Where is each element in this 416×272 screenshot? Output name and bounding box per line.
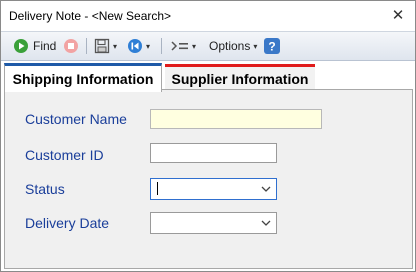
filter-button[interactable]: ▾ bbox=[171, 36, 196, 56]
chevron-down-icon: ▾ bbox=[253, 41, 258, 51]
find-label: Find bbox=[33, 39, 57, 53]
close-button[interactable]: ✕ bbox=[387, 5, 409, 27]
toolbar-separator bbox=[161, 38, 162, 54]
svg-text:?: ? bbox=[268, 40, 275, 54]
options-label: Options bbox=[209, 39, 251, 53]
chevron-down-icon bbox=[261, 186, 271, 192]
toolbar-separator bbox=[86, 38, 87, 54]
tab-supplier-information[interactable]: Supplier Information bbox=[165, 64, 315, 91]
status-label: Status bbox=[25, 181, 65, 197]
stop-icon bbox=[63, 38, 79, 54]
save-button[interactable]: ▾ bbox=[94, 36, 117, 56]
text-cursor bbox=[157, 182, 158, 195]
filter-icon bbox=[171, 38, 189, 54]
customer-name-label: Customer Name bbox=[25, 111, 127, 127]
delivery-note-window: Delivery Note - <New Search> ✕ Find ▾ ▾ bbox=[0, 0, 416, 272]
window-title: Delivery Note - <New Search> bbox=[9, 9, 172, 23]
find-icon bbox=[13, 38, 29, 54]
title-bar[interactable]: Delivery Note - <New Search> ✕ bbox=[1, 1, 415, 31]
find-button[interactable]: Find bbox=[13, 36, 56, 56]
help-icon: ? bbox=[263, 37, 281, 55]
toolbar: Find ▾ ▾ ▾ Options ▾ ? bbox=[1, 31, 415, 61]
customer-id-label: Customer ID bbox=[25, 147, 104, 163]
help-button[interactable]: ? bbox=[263, 36, 281, 56]
shipping-information-panel: Customer Name Customer ID Status Deliver… bbox=[4, 89, 413, 269]
customer-id-field[interactable] bbox=[150, 143, 277, 163]
save-icon bbox=[94, 38, 110, 54]
chevron-down-icon[interactable]: ▾ bbox=[192, 42, 196, 51]
chevron-down-icon bbox=[261, 220, 271, 226]
previous-button[interactable]: ▾ bbox=[127, 36, 150, 56]
chevron-down-icon[interactable]: ▾ bbox=[146, 42, 150, 51]
customer-name-field[interactable] bbox=[150, 109, 322, 129]
delivery-date-dropdown[interactable] bbox=[150, 212, 277, 234]
tab-shipping-information[interactable]: Shipping Information bbox=[4, 63, 162, 92]
tab-strip: Shipping Information Supplier Informatio… bbox=[1, 60, 415, 92]
chevron-down-icon[interactable]: ▾ bbox=[113, 42, 117, 51]
stop-button[interactable] bbox=[63, 36, 79, 56]
previous-icon bbox=[127, 38, 143, 54]
status-dropdown[interactable] bbox=[150, 178, 277, 200]
delivery-date-label: Delivery Date bbox=[25, 215, 110, 231]
options-menu[interactable]: Options ▾ bbox=[209, 36, 257, 56]
